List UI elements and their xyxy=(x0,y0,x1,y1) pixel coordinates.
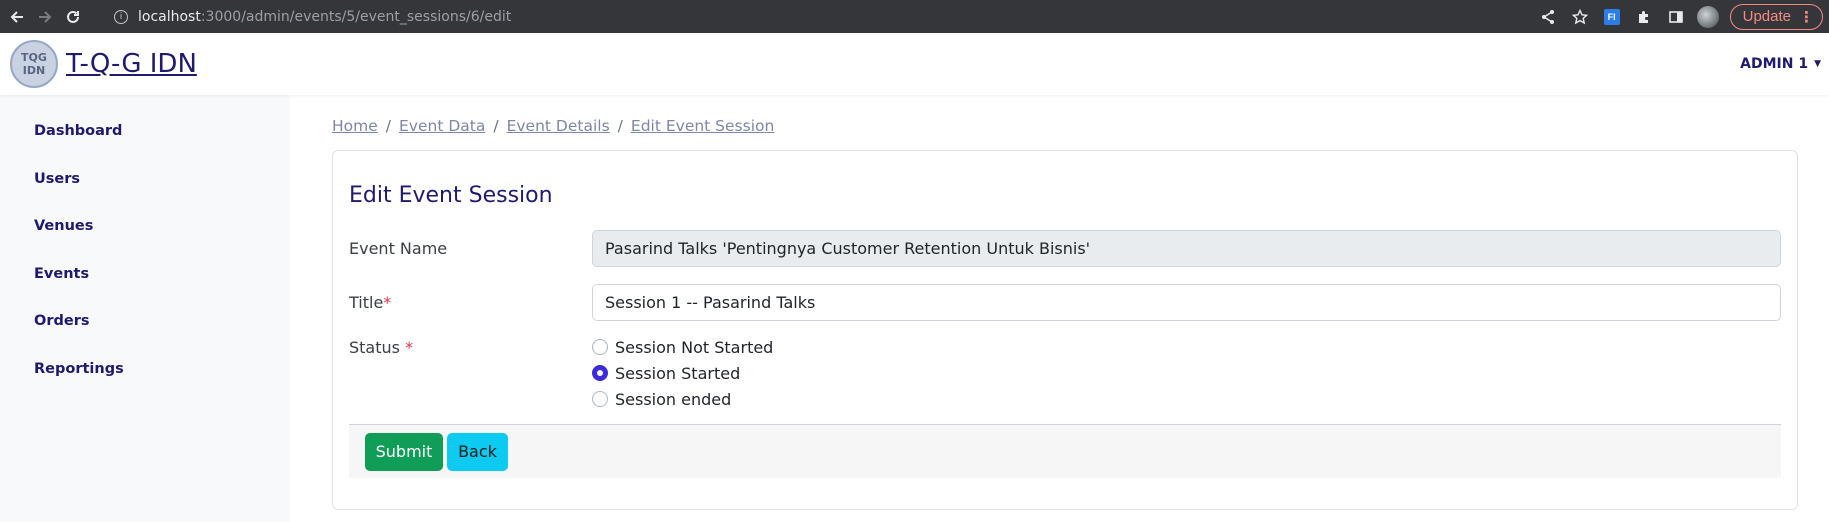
caret-down-icon: ▼ xyxy=(1814,59,1821,69)
page-title: Edit Event Session xyxy=(349,183,553,208)
brand-link[interactable]: T-Q-G IDN xyxy=(66,49,197,79)
title-label-text: Title xyxy=(349,293,384,312)
status-option-not-started[interactable]: Session Not Started xyxy=(592,337,774,357)
breadcrumb-home[interactable]: Home xyxy=(332,117,378,135)
forward-arrow-icon[interactable] xyxy=(34,6,56,28)
user-menu-dropdown[interactable]: ADMIN 1 ▼ xyxy=(1740,33,1821,95)
logo-text-top: TQG xyxy=(21,51,47,64)
breadcrumb-separator: / xyxy=(617,117,623,135)
main-content: Home / Event Data / Event Details / Edit… xyxy=(290,95,1829,522)
form-actions: Submit Back xyxy=(349,424,1781,478)
update-button[interactable]: Update ⋮ xyxy=(1729,3,1823,30)
radio-label: Session ended xyxy=(615,389,732,409)
logo-text-bottom: IDN xyxy=(22,64,46,77)
event-name-field: Pasarind Talks 'Pentingnya Customer Rete… xyxy=(592,230,1781,267)
user-menu-label: ADMIN 1 xyxy=(1740,56,1809,72)
sidebar-item-dashboard[interactable]: Dashboard xyxy=(0,123,290,171)
url-host: localhost xyxy=(138,8,201,25)
share-icon[interactable] xyxy=(1532,0,1564,33)
breadcrumb-event-details[interactable]: Event Details xyxy=(507,117,610,135)
event-name-label: Event Name xyxy=(349,239,448,258)
radio-label: Session Started xyxy=(615,363,741,383)
sidebar-item-users[interactable]: Users xyxy=(0,171,290,219)
breadcrumb: Home / Event Data / Event Details / Edit… xyxy=(332,117,1798,135)
app-header: TQG IDN T-Q-G IDN ADMIN 1 ▼ xyxy=(0,33,1829,95)
back-arrow-icon[interactable] xyxy=(6,6,28,28)
url-path: :3000/admin/events/5/event_sessions/6/ed… xyxy=(200,8,512,25)
submit-button[interactable]: Submit xyxy=(365,432,443,471)
extensions-puzzle-icon[interactable] xyxy=(1628,0,1660,33)
browser-toolbar: i localhost:3000/admin/events/5/event_se… xyxy=(0,0,1829,33)
radio-button[interactable] xyxy=(592,339,608,355)
address-bar[interactable]: i localhost:3000/admin/events/5/event_se… xyxy=(114,9,511,25)
edit-session-card: Edit Event Session Event Name Pasarind T… xyxy=(332,150,1798,510)
status-label: Status * xyxy=(349,338,592,357)
required-mark: * xyxy=(405,338,414,357)
side-panel-icon[interactable] xyxy=(1660,0,1692,33)
status-option-started[interactable]: Session Started xyxy=(592,363,773,383)
radio-label: Session Not Started xyxy=(615,337,774,357)
title-input[interactable]: Session 1 -- Pasarind Talks xyxy=(592,284,1781,321)
title-label: Title* xyxy=(349,293,592,312)
back-button[interactable]: Back xyxy=(447,432,508,471)
required-mark: * xyxy=(383,293,392,312)
update-label: Update xyxy=(1742,8,1791,25)
sidebar: Dashboard Users Venues Events Orders Rep… xyxy=(0,95,290,522)
bookmark-star-icon[interactable] xyxy=(1564,0,1596,33)
breadcrumb-separator: / xyxy=(385,117,392,135)
profile-avatar[interactable] xyxy=(1692,0,1724,33)
sidebar-item-reportings[interactable]: Reportings xyxy=(0,361,290,409)
site-logo[interactable]: TQG IDN xyxy=(10,40,58,88)
radio-button[interactable] xyxy=(592,391,608,407)
extension-fi-icon[interactable]: FI xyxy=(1596,0,1628,33)
reload-icon[interactable] xyxy=(62,6,84,28)
breadcrumb-separator: / xyxy=(493,117,499,135)
breadcrumb-event-data[interactable]: Event Data xyxy=(399,117,485,135)
site-info-icon[interactable]: i xyxy=(114,9,128,24)
sidebar-item-orders[interactable]: Orders xyxy=(0,313,290,361)
status-radio-group: Session Not Started Session Started Sess… xyxy=(592,337,774,409)
status-option-ended[interactable]: Session ended xyxy=(592,389,773,409)
sidebar-item-venues[interactable]: Venues xyxy=(0,218,290,266)
status-label-text: Status xyxy=(349,338,406,357)
breadcrumb-edit-event-session[interactable]: Edit Event Session xyxy=(631,117,774,135)
radio-button-checked[interactable] xyxy=(592,365,608,381)
more-menu-icon[interactable]: ⋮ xyxy=(1799,8,1814,26)
sidebar-item-events[interactable]: Events xyxy=(0,266,290,314)
